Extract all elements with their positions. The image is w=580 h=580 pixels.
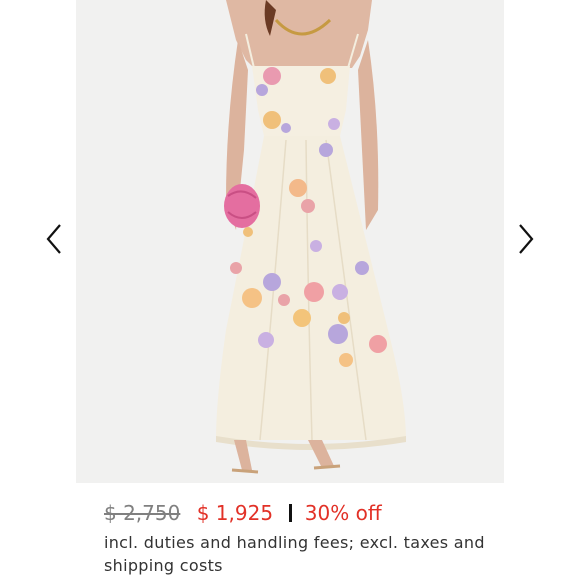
chevron-left-icon bbox=[46, 224, 61, 254]
sale-price: $ 1,925 bbox=[196, 501, 274, 525]
price-line: $ 2,750 $ 1,925 30% off bbox=[104, 500, 382, 526]
next-image-button[interactable] bbox=[514, 222, 536, 256]
price-note: incl. duties and handling fees; excl. ta… bbox=[104, 533, 485, 575]
discount-label: 30% off bbox=[304, 501, 382, 525]
previous-image-button[interactable] bbox=[44, 222, 66, 256]
original-price: $ 2,750 bbox=[104, 501, 181, 525]
price-divider bbox=[289, 504, 293, 522]
product-image[interactable] bbox=[76, 0, 504, 483]
chevron-right-icon bbox=[519, 224, 534, 254]
dress-illustration bbox=[76, 0, 504, 483]
